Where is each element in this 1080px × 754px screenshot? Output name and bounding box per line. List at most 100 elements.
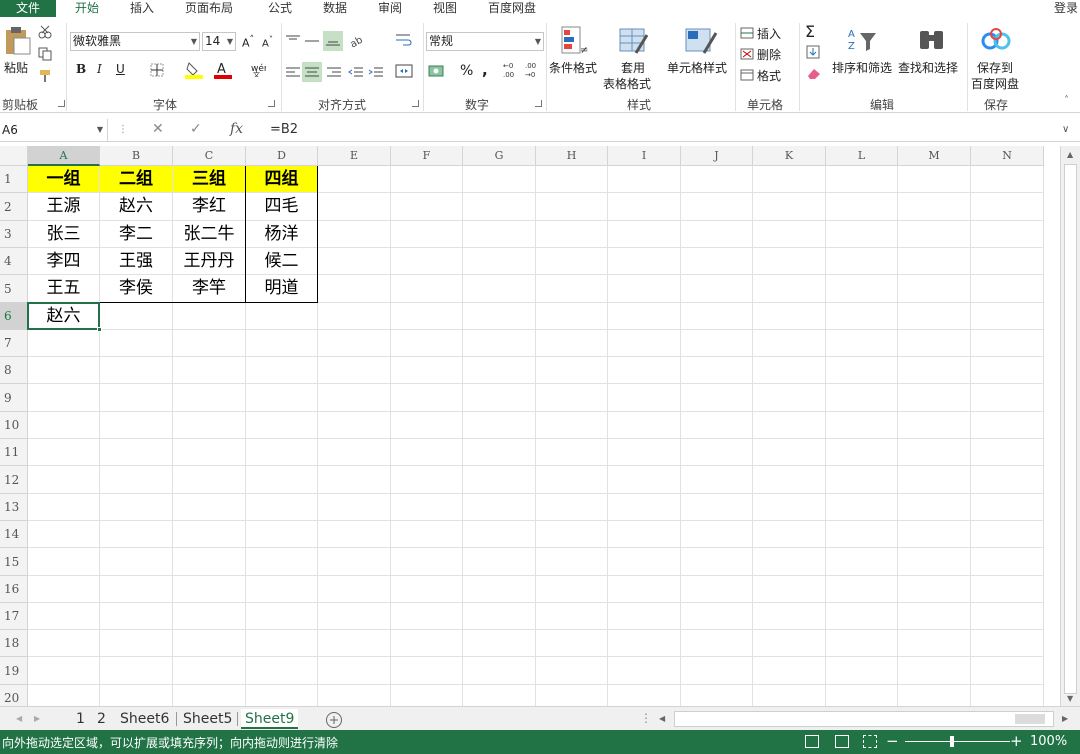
row-header-18[interactable]: 18 — [0, 630, 28, 657]
increase-decimal-icon[interactable]: ←0.00 — [503, 61, 521, 82]
merge-center-icon[interactable] — [395, 63, 413, 82]
vertical-scroll-thumb[interactable] — [1064, 164, 1077, 694]
shrink-font-icon[interactable]: A˅ — [262, 34, 273, 49]
conditional-format-button[interactable]: 条件格式 — [549, 59, 597, 76]
clipboard-launcher-icon[interactable] — [58, 100, 65, 107]
tab-data[interactable]: 数据 — [323, 0, 347, 17]
collapse-ribbon-icon[interactable]: ˄ — [1064, 95, 1069, 106]
number-format-select[interactable]: 常规 ▼ — [426, 32, 544, 51]
cell-c4[interactable]: 王丹丹 — [173, 248, 245, 274]
column-header-b[interactable]: B — [100, 146, 173, 166]
save-to-netdisk-line1[interactable]: 保存到 — [977, 59, 1013, 76]
format-cells-button[interactable]: 格式 — [757, 67, 781, 84]
row-header-11[interactable]: 11 — [0, 439, 28, 466]
accounting-icon[interactable] — [428, 63, 450, 82]
scroll-down-icon[interactable]: ▼ — [1067, 694, 1073, 703]
sort-filter-button[interactable]: 排序和筛选 — [832, 59, 892, 76]
column-header-c[interactable]: C — [173, 146, 246, 166]
align-bottom-icon[interactable] — [323, 31, 343, 51]
scroll-up-icon[interactable]: ▲ — [1067, 150, 1073, 159]
decrease-decimal-icon[interactable]: .00 →0 — [525, 61, 543, 82]
row-header-4[interactable]: 4 — [0, 248, 28, 275]
vertical-scrollbar[interactable]: ▲ ▼ — [1060, 146, 1080, 706]
grow-font-icon[interactable]: A˄ — [242, 34, 254, 50]
insert-cells-button[interactable]: 插入 — [757, 25, 781, 42]
cancel-icon[interactable]: ✕ — [152, 121, 164, 137]
find-select-button[interactable]: 查找和选择 — [898, 59, 958, 76]
column-header-m[interactable]: M — [898, 146, 971, 166]
paste-button[interactable]: 粘贴 — [4, 59, 28, 76]
row-header-13[interactable]: 13 — [0, 494, 28, 521]
column-header-j[interactable]: J — [681, 146, 753, 166]
tab-home[interactable]: 开始 — [75, 0, 99, 17]
row-header-17[interactable]: 17 — [0, 603, 28, 630]
alignment-launcher-icon[interactable] — [412, 100, 419, 107]
header-cell-a1[interactable]: 一组 — [28, 166, 99, 192]
cell-c5[interactable]: 李竿 — [173, 275, 245, 302]
name-box[interactable]: A6 ▼ — [0, 119, 108, 141]
cell-a5[interactable]: 王五 — [28, 275, 99, 302]
format-as-table-icon[interactable] — [618, 25, 649, 58]
column-header-i[interactable]: I — [608, 146, 681, 166]
format-painter-icon[interactable] — [38, 69, 52, 86]
align-center-icon[interactable] — [302, 62, 322, 82]
scroll-right-icon[interactable]: ▶ — [1062, 714, 1068, 723]
row-header-7[interactable]: 7 — [0, 330, 28, 357]
bold-button[interactable]: B — [76, 62, 86, 76]
row-header-3[interactable]: 3 — [0, 221, 28, 248]
row-header-14[interactable]: 14 — [0, 521, 28, 548]
zoom-level[interactable]: 100% — [1030, 734, 1067, 749]
file-tab[interactable]: 文件 — [0, 0, 56, 17]
column-header-a[interactable]: A — [28, 146, 100, 166]
zoom-out-button[interactable]: − — [886, 732, 899, 750]
header-cell-b1[interactable]: 二组 — [100, 166, 172, 192]
fill-icon[interactable] — [806, 45, 820, 62]
row-header-2[interactable]: 2 — [0, 193, 28, 221]
wrap-text-icon[interactable] — [395, 32, 413, 51]
row-header-8[interactable]: 8 — [0, 357, 28, 384]
insert-function-button[interactable]: fx — [230, 121, 243, 137]
header-cell-d1[interactable]: 四组 — [246, 166, 317, 192]
formula-input[interactable]: =B2 — [270, 122, 298, 137]
zoom-slider-track[interactable] — [905, 741, 1010, 742]
save-to-netdisk-line2[interactable]: 百度网盘 — [971, 75, 1019, 92]
font-size-select[interactable]: 14 ▼ — [202, 32, 236, 51]
cell-b4[interactable]: 王强 — [100, 248, 172, 274]
decrease-indent-icon[interactable] — [348, 65, 364, 82]
cell-b2[interactable]: 赵六 — [100, 193, 172, 220]
sheet-tab-1[interactable]: 1 — [72, 709, 89, 729]
align-top-icon[interactable] — [285, 33, 301, 52]
copy-icon[interactable] — [38, 47, 52, 64]
tab-view[interactable]: 视图 — [433, 0, 457, 17]
horizontal-scrollbar[interactable] — [674, 711, 1054, 727]
orientation-icon[interactable]: ab — [348, 32, 366, 51]
pinyin-icon[interactable]: wén文 — [250, 61, 270, 80]
header-cell-c1[interactable]: 三组 — [173, 166, 245, 192]
more-options-icon[interactable]: ⋮ — [118, 124, 128, 135]
zoom-in-button[interactable]: + — [1010, 732, 1023, 750]
column-header-l[interactable]: L — [826, 146, 898, 166]
align-middle-icon[interactable] — [304, 33, 320, 52]
cell-d2[interactable]: 四毛 — [246, 193, 317, 220]
align-left-icon[interactable] — [285, 65, 301, 82]
font-launcher-icon[interactable] — [268, 100, 275, 107]
clear-icon[interactable] — [806, 66, 822, 83]
page-layout-view-icon[interactable] — [835, 735, 849, 748]
comma-button[interactable]: , — [482, 61, 488, 79]
column-header-h[interactable]: H — [536, 146, 608, 166]
cell-styles-icon[interactable] — [684, 25, 718, 58]
zoom-slider-knob[interactable] — [950, 736, 954, 747]
sheet-tab-sheet5[interactable]: Sheet5 — [179, 709, 236, 729]
underline-button[interactable]: U — [116, 62, 125, 76]
scroll-left-icon[interactable]: ◀ — [659, 714, 665, 723]
column-header-f[interactable]: F — [391, 146, 463, 166]
enter-icon[interactable]: ✓ — [190, 121, 202, 137]
prev-sheet-icon[interactable]: ◀ — [16, 714, 22, 723]
select-all-corner[interactable] — [0, 146, 28, 166]
row-header-16[interactable]: 16 — [0, 576, 28, 603]
add-sheet-icon[interactable] — [325, 711, 343, 732]
tab-formulas[interactable]: 公式 — [268, 0, 292, 17]
sheet-tab-sheet6[interactable]: Sheet6 — [116, 709, 173, 729]
cut-icon[interactable] — [38, 25, 52, 42]
cell-a2[interactable]: 王源 — [28, 193, 99, 220]
